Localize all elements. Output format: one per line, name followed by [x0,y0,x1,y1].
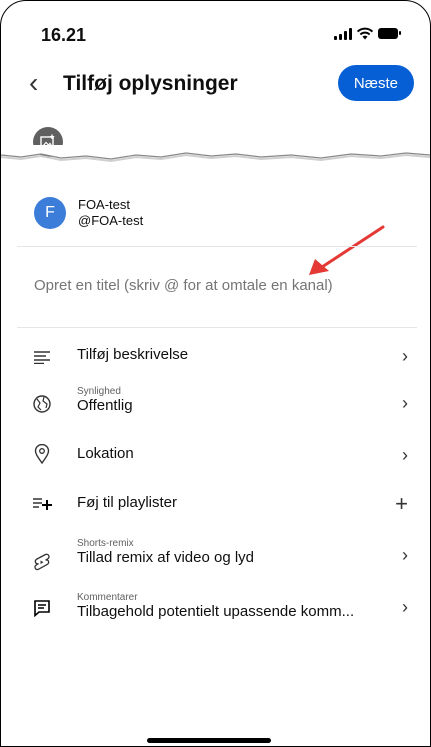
visibility-row[interactable]: Synlighed Offentlig › [1,383,430,423]
avatar: F [34,197,66,229]
shorts-remix-sublabel: Shorts-remix [77,538,134,549]
plus-icon: + [395,491,408,516]
home-indicator[interactable] [147,738,271,743]
location-pin-icon [31,443,53,465]
back-chevron-icon[interactable]: ‹ [29,69,51,99]
divider [17,246,417,247]
shorts-remix-icon [31,551,53,573]
playlist-add-icon [31,493,53,515]
comment-icon [31,597,53,619]
add-description-label: Tilføj beskrivelse [77,346,189,363]
chevron-right-icon: › [402,597,408,617]
next-button[interactable]: Næste [337,65,414,101]
torn-edge [1,145,430,163]
chevron-right-icon: › [402,346,408,366]
visibility-value: Offentlig [77,397,133,414]
signal-icon [334,27,352,40]
shorts-remix-value: Tillad remix af video og lyd [77,549,255,566]
globe-icon [31,393,53,415]
add-to-playlist-row[interactable]: Føj til playlister + [1,485,430,525]
comments-sublabel: Kommentarer [77,592,138,603]
status-icons [334,27,402,40]
divider [17,327,417,328]
shorts-remix-row[interactable]: Shorts-remix Tillad remix af video og ly… [1,535,430,575]
account-name: FOA-test [78,197,131,212]
thumbnail-area [1,119,430,167]
chevron-right-icon: › [402,545,408,565]
title-input[interactable] [34,277,394,294]
top-bar: ‹ Tilføj oplysninger Næste [1,63,430,107]
chevron-right-icon: › [402,445,408,465]
comments-value: Tilbagehold potentielt upassende komm... [77,603,355,620]
description-icon [31,346,53,368]
chevron-right-icon: › [402,393,408,413]
status-time: 16.21 [41,25,87,45]
wifi-icon [356,27,374,40]
location-row[interactable]: Lokation › [1,437,430,477]
add-description-row[interactable]: Tilføj beskrivelse › [1,337,430,377]
status-bar: 16.21 [1,1,430,61]
battery-icon [378,27,402,40]
phone-screen: 16.21 ‹ Tilføj oplysninger Næste F FOA-t… [0,0,431,747]
visibility-sublabel: Synlighed [77,386,121,397]
account-handle: @FOA-test [78,213,144,228]
location-label: Lokation [77,445,134,462]
annotation-arrow-icon [309,225,385,275]
add-to-playlist-label: Føj til playlister [77,494,178,511]
comments-row[interactable]: Kommentarer Tilbagehold potentielt upass… [1,589,430,629]
page-title: Tilføj oplysninger [63,72,238,95]
